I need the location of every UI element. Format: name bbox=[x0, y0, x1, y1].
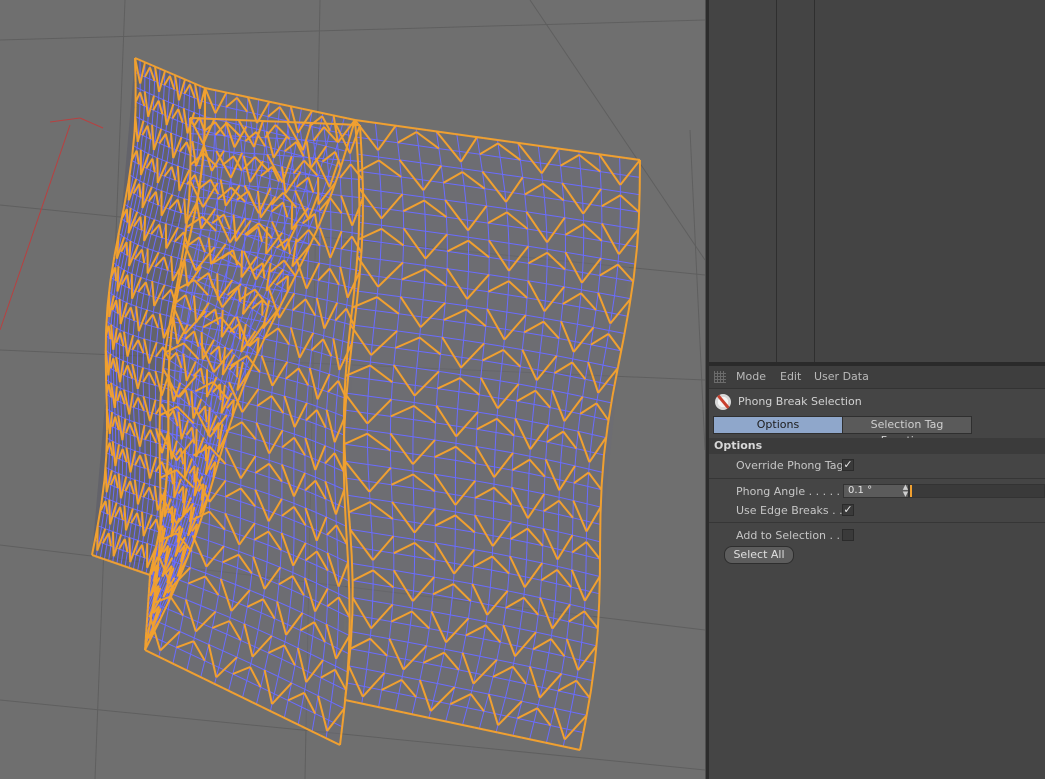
phong-angle-label: Phong Angle . . . . . bbox=[736, 485, 841, 498]
divider bbox=[709, 522, 1045, 523]
phong-angle-slider[interactable] bbox=[909, 484, 1045, 498]
viewport-canvas[interactable] bbox=[0, 0, 705, 779]
column-divider bbox=[776, 0, 777, 362]
attribute-manager: Mode Edit User Data Phong Break Selectio… bbox=[709, 366, 1045, 779]
use-edge-breaks-checkbox[interactable]: ✓ bbox=[842, 504, 854, 516]
tab-options[interactable]: Options bbox=[713, 416, 843, 434]
attribute-menubar: Mode Edit User Data bbox=[709, 366, 1045, 389]
3d-viewport[interactable] bbox=[0, 0, 705, 779]
menu-edit[interactable]: Edit bbox=[780, 370, 801, 383]
add-to-selection-checkbox[interactable] bbox=[842, 529, 854, 541]
tab-selection-tag-functions[interactable]: Selection Tag Functions bbox=[842, 416, 972, 447]
select-all-button[interactable]: Select All bbox=[724, 546, 794, 564]
override-phong-tag-label: Override Phong Tag bbox=[736, 459, 844, 472]
menu-user-data[interactable]: User Data bbox=[814, 370, 869, 383]
object-title: Phong Break Selection bbox=[738, 395, 862, 408]
use-edge-breaks-label: Use Edge Breaks . . bbox=[736, 504, 843, 517]
axis-gizmo bbox=[0, 117, 104, 331]
phong-break-icon bbox=[715, 394, 731, 410]
checkmark-icon: ✓ bbox=[843, 503, 853, 516]
add-to-selection-label: Add to Selection . . bbox=[736, 529, 841, 542]
object-manager-panel bbox=[709, 0, 1045, 362]
checkmark-icon: ✓ bbox=[843, 458, 853, 471]
panel-grip-icon[interactable] bbox=[714, 371, 726, 383]
divider bbox=[709, 478, 1045, 479]
column-divider bbox=[814, 0, 815, 362]
menu-mode[interactable]: Mode bbox=[736, 370, 766, 383]
group-header-options: Options bbox=[709, 438, 1045, 454]
phong-angle-input[interactable]: 0.1 ° bbox=[843, 484, 909, 498]
override-phong-tag-checkbox[interactable]: ✓ bbox=[842, 459, 854, 471]
slider-knob[interactable] bbox=[910, 485, 912, 497]
